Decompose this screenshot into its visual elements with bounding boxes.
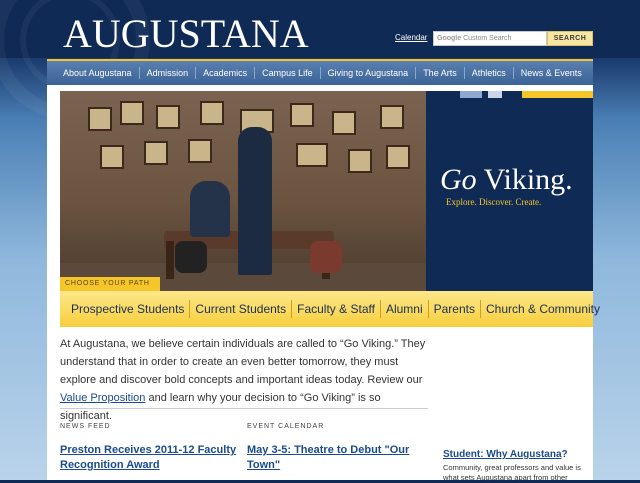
bench-leg bbox=[166, 241, 174, 279]
nav-item-admission[interactable]: Admission bbox=[138, 67, 196, 79]
wall-art bbox=[188, 139, 212, 163]
site-logo[interactable]: AUGUSTANA bbox=[63, 12, 309, 56]
wall-art bbox=[156, 105, 180, 129]
wall-art bbox=[120, 101, 144, 125]
wall-art bbox=[144, 141, 168, 165]
go-word: Go bbox=[440, 163, 477, 196]
backpack bbox=[175, 241, 207, 273]
why-augustana-text[interactable]: Student: Why Augustana bbox=[443, 449, 562, 460]
wall-art bbox=[296, 143, 328, 167]
main-nav: About Augustana Admission Academics Camp… bbox=[47, 59, 593, 85]
intro-text: At Augustana, we believe certain individ… bbox=[60, 338, 426, 386]
google-label: Google bbox=[437, 35, 462, 42]
calendar-link[interactable]: Calendar bbox=[395, 33, 427, 42]
divider bbox=[60, 408, 428, 409]
audience-faculty[interactable]: Faculty & Staff bbox=[291, 300, 380, 318]
wall-art bbox=[348, 149, 372, 173]
nav-item-campus-life[interactable]: Campus Life bbox=[254, 67, 320, 79]
backpack bbox=[310, 241, 342, 273]
wall-art bbox=[332, 111, 356, 135]
why-augustana-blurb: Community, great professors and value is… bbox=[443, 463, 581, 482]
event-calendar-label: EVENT CALENDAR bbox=[247, 423, 325, 430]
seated-student bbox=[190, 181, 230, 237]
wall-art bbox=[100, 145, 124, 169]
standing-student bbox=[238, 127, 272, 275]
nav-item-the-arts[interactable]: The Arts bbox=[415, 67, 464, 79]
wall-art bbox=[380, 105, 404, 129]
go-viking-headline: Go Viking. bbox=[440, 163, 573, 197]
search-placeholder: Custom Search bbox=[463, 35, 512, 42]
nav-item-about[interactable]: About Augustana bbox=[47, 67, 139, 79]
hero-photo[interactable] bbox=[60, 91, 426, 291]
nav-item-athletics[interactable]: Athletics bbox=[463, 67, 513, 79]
wall-art bbox=[200, 101, 224, 125]
tagline: Explore. Discover. Create. bbox=[446, 197, 542, 207]
viking-word: Viking. bbox=[476, 163, 573, 196]
choose-path-label: CHOOSE YOUR PATH bbox=[60, 277, 160, 291]
audience-prospective[interactable]: Prospective Students bbox=[60, 300, 189, 318]
stripe bbox=[460, 91, 482, 98]
intro-paragraph: At Augustana, we believe certain individ… bbox=[60, 335, 430, 425]
wall-art bbox=[386, 145, 410, 169]
nav-item-news-events[interactable]: News & Events bbox=[512, 67, 589, 79]
go-viking-panel[interactable]: Go Viking. Explore. Discover. Create. bbox=[426, 91, 593, 291]
news-feed-label: NEWS FEED bbox=[60, 423, 111, 430]
why-augustana-suffix: ? bbox=[561, 449, 568, 460]
nav-item-academics[interactable]: Academics bbox=[195, 67, 254, 79]
search-button[interactable]: SEARCH bbox=[547, 31, 593, 46]
search-input[interactable]: Google Custom Search bbox=[433, 31, 547, 46]
news-headline-link[interactable]: Preston Receives 2011-12 Faculty Recogni… bbox=[60, 443, 240, 473]
stripe bbox=[488, 91, 502, 98]
site-header: AUGUSTANA Calendar Google Custom Search S… bbox=[0, 0, 640, 120]
stripe bbox=[522, 91, 593, 98]
audience-current[interactable]: Current Students bbox=[189, 300, 291, 318]
audience-alumni[interactable]: Alumni bbox=[379, 300, 428, 318]
wall-art bbox=[88, 107, 112, 131]
event-headline-link[interactable]: May 3-5: Theatre to Debut "Our Town" bbox=[247, 443, 427, 473]
value-proposition-link[interactable]: Value Proposition bbox=[60, 392, 145, 404]
audience-nav: Prospective Students Current Students Fa… bbox=[60, 291, 600, 327]
audience-parents[interactable]: Parents bbox=[427, 300, 480, 318]
nav-item-giving[interactable]: Giving to Augustana bbox=[319, 67, 416, 79]
audience-community[interactable]: Church & Community bbox=[479, 300, 605, 318]
why-augustana-link[interactable]: Student: Why Augustana? bbox=[443, 449, 568, 460]
main-content: CHOOSE YOUR PATH Go Viking. Explore. Dis… bbox=[47, 85, 600, 482]
wall-art bbox=[290, 103, 314, 127]
